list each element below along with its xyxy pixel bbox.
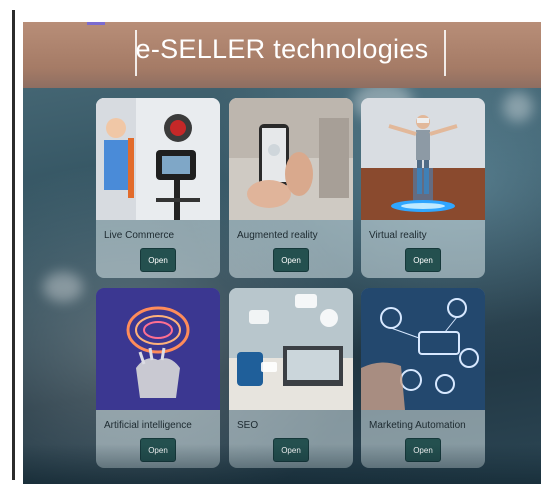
card-augmented-reality: Augmented reality Open: [229, 98, 353, 278]
open-live-commerce-button[interactable]: Open: [140, 248, 176, 272]
header-divider-right: [444, 30, 446, 76]
card-label: Augmented reality: [237, 230, 318, 241]
window-edge-bar: [12, 10, 15, 480]
virtual-reality-image: [361, 98, 485, 220]
background-glare: [503, 92, 533, 122]
card-artificial-intelligence: Artificial intelligence Open: [96, 288, 220, 468]
card-label: Virtual reality: [369, 230, 427, 241]
open-virtual-reality-button[interactable]: Open: [405, 248, 441, 272]
card-seo: SEO Open: [229, 288, 353, 468]
header-banner: e-SELLER technologies: [23, 22, 541, 88]
artificial-intelligence-image: [96, 288, 220, 410]
card-marketing-automation: Marketing Automation Open: [361, 288, 485, 468]
augmented-reality-image: [229, 98, 353, 220]
background-glare: [43, 272, 83, 302]
marketing-automation-image: [361, 288, 485, 410]
open-augmented-reality-button[interactable]: Open: [273, 248, 309, 272]
card-live-commerce: Live Commerce Open: [96, 98, 220, 278]
live-commerce-image: [96, 98, 220, 220]
card-label: Marketing Automation: [369, 420, 466, 431]
card-virtual-reality: Virtual reality Open: [361, 98, 485, 278]
tech-showcase-panel: e-SELLER technologies Live Commerce Open: [23, 22, 541, 484]
card-label: Live Commerce: [104, 230, 175, 241]
card-label: SEO: [237, 420, 259, 431]
card-label: Artificial intelligence: [104, 420, 192, 431]
seo-image: [229, 288, 353, 410]
tab-marker: [87, 22, 105, 25]
bottom-shade: [23, 444, 541, 484]
page-title: e-SELLER technologies: [135, 34, 429, 64]
